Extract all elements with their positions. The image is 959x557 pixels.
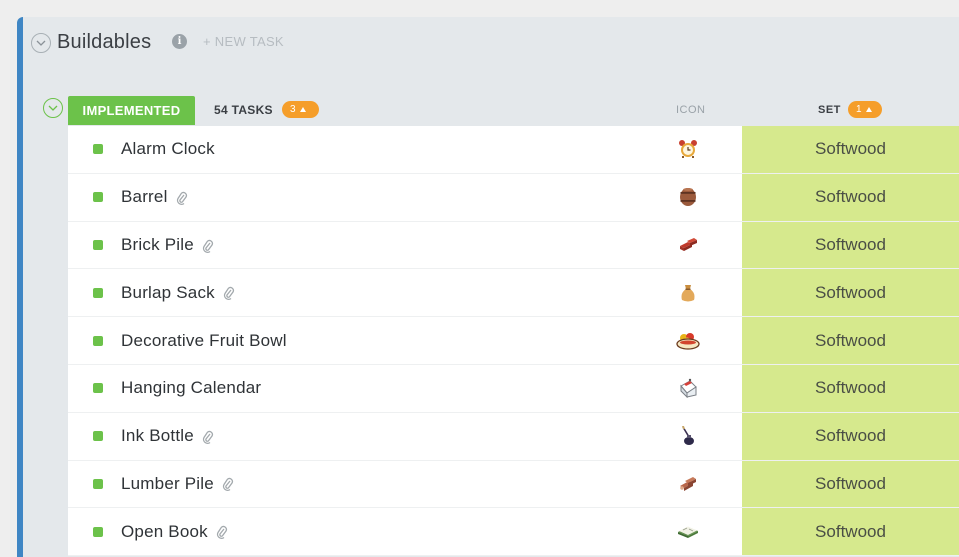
task-name-text: Brick Pile: [121, 234, 194, 254]
task-name[interactable]: Brick Pile: [121, 235, 214, 255]
task-name-text: Burlap Sack: [121, 282, 215, 302]
task-name-text: Barrel: [121, 187, 168, 207]
status-dot[interactable]: [93, 239, 103, 250]
column-header-set[interactable]: SET: [818, 104, 841, 116]
task-name[interactable]: Burlap Sack: [121, 283, 235, 303]
brick-pile-icon: [676, 233, 700, 257]
paperclip-icon[interactable]: [216, 525, 228, 540]
new-task-button[interactable]: + NEW TASK: [203, 34, 284, 49]
status-dot[interactable]: [93, 144, 103, 155]
open-book-icon: [676, 520, 700, 544]
task-name[interactable]: Ink Bottle: [121, 426, 214, 446]
set-cell[interactable]: Softwood: [742, 364, 959, 412]
set-cell[interactable]: Softwood: [742, 412, 959, 460]
status-dot[interactable]: [93, 287, 103, 298]
list-panel: Buildables i + NEW TASK IMPLEMENTED 54 T…: [17, 17, 959, 557]
task-row[interactable]: Barrel Softwood: [68, 173, 959, 222]
set-cell[interactable]: Softwood: [742, 460, 959, 508]
task-name[interactable]: Open Book: [121, 522, 228, 542]
chevron-down-icon: [36, 40, 46, 46]
task-name-text: Lumber Pile: [121, 473, 214, 493]
list-color-bar: [17, 17, 23, 557]
set-cell[interactable]: Softwood: [742, 221, 959, 269]
paperclip-icon[interactable]: [223, 286, 235, 301]
column-header-icon[interactable]: ICON: [676, 104, 706, 116]
task-name-text: Open Book: [121, 521, 208, 541]
task-name[interactable]: Alarm Clock: [121, 139, 215, 159]
status-dot[interactable]: [93, 335, 103, 346]
status-dot[interactable]: [93, 383, 103, 394]
task-count-badge[interactable]: 3: [282, 101, 319, 118]
lumber-pile-icon: [676, 472, 700, 496]
task-name[interactable]: Lumber Pile: [121, 474, 234, 494]
task-list: Alarm Clock Softwood Barrel Softwood Bri…: [68, 126, 959, 557]
task-name[interactable]: Hanging Calendar: [121, 378, 261, 398]
task-name[interactable]: Decorative Fruit Bowl: [121, 331, 287, 351]
collapse-status-toggle[interactable]: [43, 98, 63, 118]
task-name-text: Ink Bottle: [121, 426, 194, 446]
task-row[interactable]: Decorative Fruit Bowl Softwood: [68, 317, 959, 365]
task-count: 54 TASKS: [214, 103, 273, 117]
set-column-badge[interactable]: 1: [848, 101, 882, 118]
status-dot[interactable]: [93, 431, 103, 442]
status-dot[interactable]: [93, 192, 103, 203]
set-cell[interactable]: Softwood: [742, 126, 959, 173]
burlap-sack-icon: [676, 281, 700, 305]
calendar-icon: [676, 376, 700, 400]
list-title: Buildables: [57, 31, 152, 53]
paperclip-icon[interactable]: [176, 191, 188, 205]
alarm-clock-icon: [676, 137, 700, 161]
status-group-label[interactable]: IMPLEMENTED: [68, 96, 195, 125]
status-dot[interactable]: [93, 478, 103, 489]
paperclip-icon[interactable]: [202, 239, 214, 253]
task-row[interactable]: Burlap Sack Softwood: [68, 269, 959, 318]
paperclip-icon[interactable]: [222, 477, 234, 492]
set-cell[interactable]: Softwood: [742, 173, 959, 221]
paperclip-icon[interactable]: [202, 430, 214, 444]
badge-count: 3: [290, 104, 296, 115]
set-cell[interactable]: Softwood: [742, 508, 959, 556]
task-row[interactable]: Ink Bottle Softwood: [68, 412, 959, 461]
chevron-down-icon: [48, 105, 58, 111]
caret-up-icon: [299, 107, 306, 112]
barrel-icon: [676, 185, 700, 209]
info-icon[interactable]: i: [172, 34, 187, 49]
collapse-list-toggle[interactable]: [31, 33, 51, 53]
task-name[interactable]: Barrel: [121, 187, 188, 207]
task-row[interactable]: Alarm Clock Softwood: [68, 126, 959, 174]
ink-bottle-icon: [676, 424, 700, 448]
set-cell[interactable]: Softwood: [742, 317, 959, 364]
caret-up-icon: [865, 107, 872, 112]
task-row[interactable]: Open Book Softwood: [68, 508, 959, 557]
fruit-bowl-icon: [676, 329, 700, 353]
set-cell[interactable]: Softwood: [742, 269, 959, 317]
status-dot[interactable]: [93, 526, 103, 537]
badge-count: 1: [856, 104, 862, 115]
task-row[interactable]: Lumber Pile Softwood: [68, 460, 959, 509]
task-row[interactable]: Hanging Calendar Softwood: [68, 364, 959, 413]
task-row[interactable]: Brick Pile Softwood: [68, 221, 959, 270]
